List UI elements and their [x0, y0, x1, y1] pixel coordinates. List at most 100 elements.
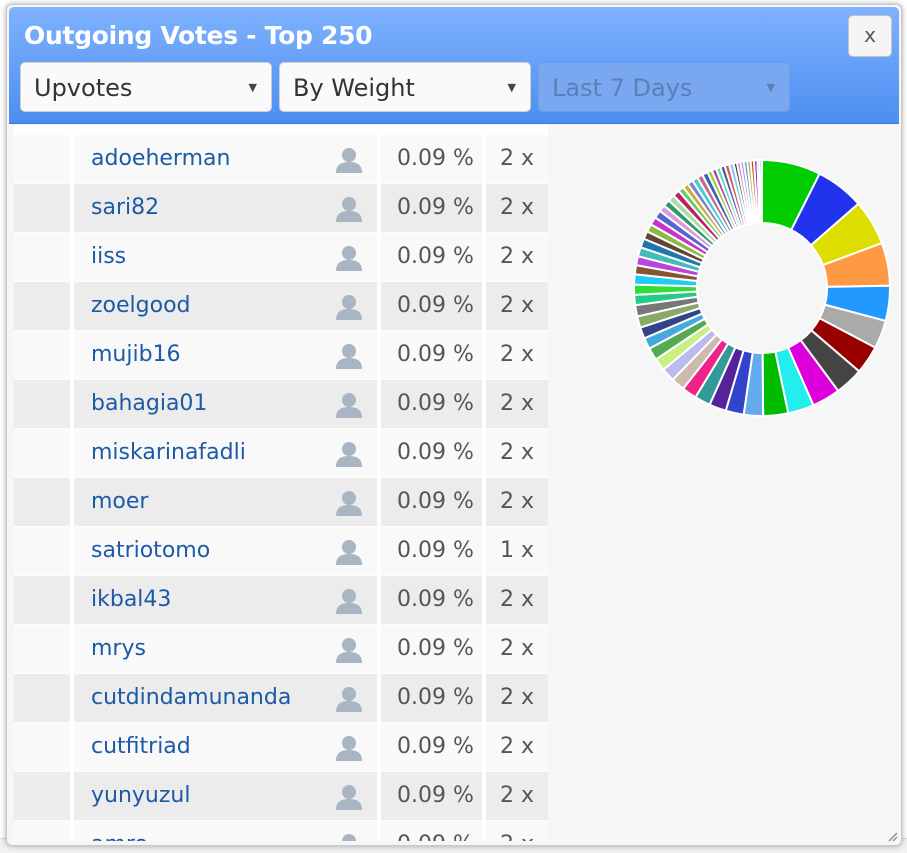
close-button[interactable]: x — [848, 15, 892, 57]
rank-cell — [14, 772, 72, 820]
account-link[interactable]: sari82 — [74, 184, 319, 232]
caret-down-icon: ▼ — [248, 81, 257, 94]
vote-count: 2 x — [486, 135, 548, 183]
votes-table[interactable]: adoeherman 0.09 % 2 x sari82 0.09 % 2 x iiss 0.… — [14, 125, 548, 841]
rank-cell — [14, 184, 72, 232]
vote-count: 2 x — [486, 233, 548, 281]
user-avatar-icon[interactable] — [335, 440, 363, 468]
table-row: miskarinafadli 0.09 % 2 x — [14, 429, 548, 478]
avatar-cell — [319, 380, 379, 428]
user-avatar-icon[interactable] — [335, 636, 363, 664]
dialog-titlebar: Outgoing Votes - Top 250 x Upvotes ▼ By … — [9, 7, 899, 124]
avatar-cell — [319, 674, 379, 722]
vote-count: 1 x — [486, 527, 548, 575]
votes-donut-chart — [633, 158, 891, 418]
account-link[interactable]: mrys — [74, 625, 319, 673]
vote-count: 2 x — [486, 821, 548, 841]
avatar-cell — [319, 723, 379, 771]
user-avatar-icon[interactable] — [335, 342, 363, 370]
rank-cell — [14, 233, 72, 281]
account-link[interactable]: cutdindamunanda — [74, 674, 319, 722]
avatar-cell — [319, 527, 379, 575]
account-link[interactable]: adoeherman — [74, 135, 319, 183]
rank-cell — [14, 576, 72, 624]
table-row: mujib16 0.09 % 2 x — [14, 331, 548, 380]
resize-grip-icon[interactable] — [886, 830, 898, 842]
vote-percent: 0.09 % — [381, 478, 484, 526]
vote-type-select[interactable]: Upvotes ▼ — [20, 62, 272, 112]
user-avatar-icon[interactable] — [335, 783, 363, 811]
vote-count: 2 x — [486, 380, 548, 428]
avatar-cell — [319, 576, 379, 624]
rank-cell — [14, 282, 72, 330]
donut-slice[interactable] — [758, 158, 763, 225]
table-row: yunyuzul 0.09 % 2 x — [14, 772, 548, 821]
vote-percent: 0.09 % — [381, 184, 484, 232]
rank-cell — [14, 331, 72, 379]
account-link[interactable]: cutfitriad — [74, 723, 319, 771]
user-avatar-icon[interactable] — [335, 391, 363, 419]
table-row: ikbal43 0.09 % 2 x — [14, 576, 548, 625]
avatar-cell — [319, 233, 379, 281]
account-link[interactable]: miskarinafadli — [74, 429, 319, 477]
user-avatar-icon[interactable] — [335, 146, 363, 174]
table-row: moer 0.09 % 2 x — [14, 478, 548, 527]
account-link[interactable]: satriotomo — [74, 527, 319, 575]
account-link[interactable]: mujib16 — [74, 331, 319, 379]
avatar-cell — [319, 282, 379, 330]
account-link[interactable]: iiss — [74, 233, 319, 281]
table-row: bahagia01 0.09 % 2 x — [14, 380, 548, 429]
user-avatar-icon[interactable] — [335, 538, 363, 566]
account-link[interactable]: moer — [74, 478, 319, 526]
user-avatar-icon[interactable] — [335, 685, 363, 713]
vote-percent: 0.09 % — [381, 331, 484, 379]
user-avatar-icon[interactable] — [335, 734, 363, 762]
vote-count: 2 x — [486, 429, 548, 477]
account-link[interactable]: amro — [74, 821, 319, 841]
table-row: adoeherman 0.09 % 2 x — [14, 135, 548, 184]
avatar-cell — [319, 184, 379, 232]
rank-cell — [14, 135, 72, 183]
table-row: cutdindamunanda 0.09 % 2 x — [14, 674, 548, 723]
user-avatar-icon[interactable] — [335, 489, 363, 517]
account-link[interactable]: zoelgood — [74, 282, 319, 330]
user-avatar-icon[interactable] — [335, 244, 363, 272]
table-row: satriotomo 0.09 % 1 x — [14, 527, 548, 576]
outgoing-votes-dialog: Outgoing Votes - Top 250 x Upvotes ▼ By … — [6, 4, 902, 846]
period-select: Last 7 Days ▼ — [538, 62, 790, 112]
avatar-cell — [319, 331, 379, 379]
caret-down-icon: ▼ — [507, 81, 516, 94]
vote-percent: 0.09 % — [381, 625, 484, 673]
avatar-cell — [319, 135, 379, 183]
account-link[interactable]: bahagia01 — [74, 380, 319, 428]
table-row: cutfitriad 0.09 % 2 x — [14, 723, 548, 772]
vote-count: 2 x — [486, 184, 548, 232]
account-link[interactable]: yunyuzul — [74, 772, 319, 820]
rank-cell — [14, 380, 72, 428]
account-link[interactable]: ikbal43 — [74, 576, 319, 624]
period-value: Last 7 Days — [552, 74, 693, 102]
vote-percent: 0.09 % — [381, 233, 484, 281]
vote-count: 2 x — [486, 331, 548, 379]
vote-type-value: Upvotes — [34, 74, 133, 102]
sort-value: By Weight — [293, 74, 415, 102]
sort-select[interactable]: By Weight ▼ — [279, 62, 531, 112]
vote-count: 2 x — [486, 282, 548, 330]
user-avatar-icon[interactable] — [335, 832, 363, 841]
vote-percent: 0.09 % — [381, 674, 484, 722]
votes-chart-area — [555, 125, 901, 841]
user-avatar-icon[interactable] — [335, 587, 363, 615]
table-row: amro 0.09 %2 x — [14, 821, 548, 841]
user-avatar-icon[interactable] — [335, 293, 363, 321]
vote-percent: 0.09 % — [381, 135, 484, 183]
table-row: sari82 0.09 % 2 x — [14, 184, 548, 233]
avatar-cell — [319, 821, 379, 841]
user-avatar-icon[interactable] — [335, 195, 363, 223]
vote-count: 2 x — [486, 576, 548, 624]
vote-count: 2 x — [486, 674, 548, 722]
rank-cell — [14, 821, 72, 841]
vote-percent: 0.09 % — [381, 821, 484, 841]
vote-percent: 0.09 % — [381, 723, 484, 771]
avatar-cell — [319, 772, 379, 820]
rank-cell — [14, 674, 72, 722]
